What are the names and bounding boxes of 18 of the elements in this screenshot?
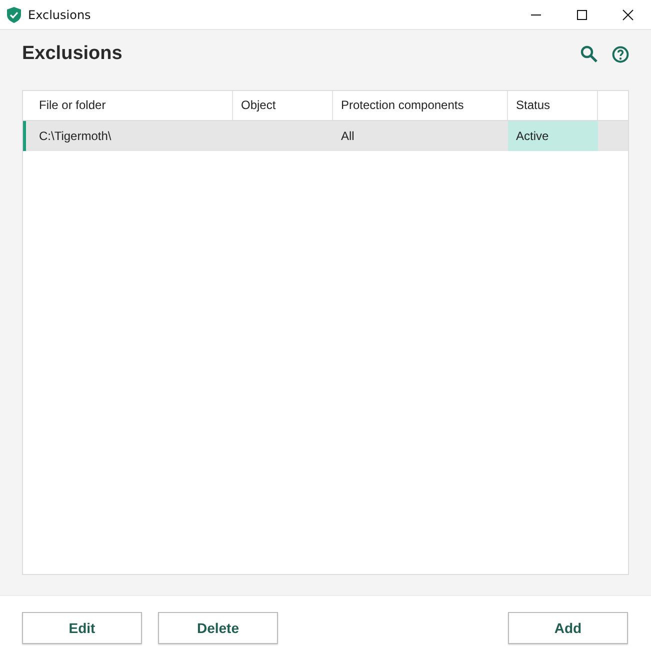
status-cell: Active (508, 121, 598, 151)
search-icon[interactable] (580, 45, 598, 63)
action-button[interactable]: Delete (158, 612, 278, 644)
action-button[interactable]: Edit (22, 612, 142, 644)
table-cell-text: All (340, 128, 356, 145)
column-header[interactable]: File or folder (23, 91, 233, 120)
close-icon[interactable] (622, 8, 634, 20)
column-header[interactable]: Protection components (333, 91, 508, 120)
column-header[interactable]: Status (508, 91, 598, 120)
page-title: Exclusions (22, 43, 122, 65)
column-header[interactable]: Object (233, 91, 333, 120)
table-row[interactable]: C:\Tigermoth\ All Active (23, 121, 628, 151)
shield-icon (7, 6, 21, 22)
maximize-icon[interactable] (576, 8, 588, 20)
action-button[interactable]: Add (508, 612, 628, 644)
window-title: Exclusions (28, 8, 91, 22)
help-icon[interactable] (612, 46, 629, 62)
table-cell-text: C:\Tigermoth\ (38, 128, 112, 145)
